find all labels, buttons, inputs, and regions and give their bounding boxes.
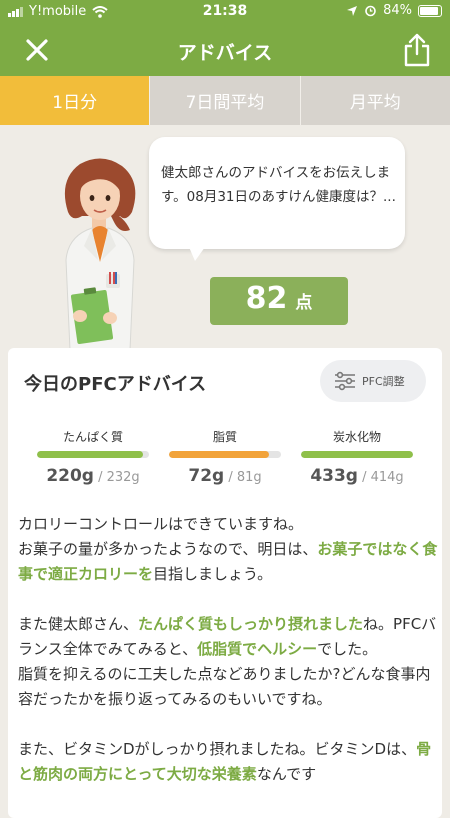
- health-score-value: 82: [245, 281, 288, 316]
- advice-body-text: カロリーコントロールはできていますね。 お菓子の量が多かったようなので、明日は、お…: [18, 512, 438, 812]
- nutrient-progress-bar: [37, 451, 149, 458]
- card-title: 今日のPFCアドバイス: [24, 374, 207, 395]
- advisor-illustration: [64, 158, 136, 350]
- period-tabs: 1日分 7日間平均 月平均: [0, 76, 450, 125]
- status-bar: Y!mobile 21:38 84%: [0, 0, 450, 24]
- nutrient-label: 脂質: [212, 430, 237, 444]
- tab-monthly-average[interactable]: 月平均: [299, 76, 450, 125]
- nutrient-amount: 220g / 232g: [46, 466, 140, 486]
- advice-paragraph: カロリーコントロールはできていますね。 お菓子の量が多かったようなので、明日は、お…: [18, 515, 438, 583]
- health-score-unit: 点: [295, 293, 313, 313]
- page-title: アドバイス: [177, 42, 273, 64]
- nav-bar: アドバイス: [0, 24, 450, 76]
- sliders-icon: [335, 371, 355, 391]
- nutrient-fat: 脂質 72g / 81g: [169, 428, 281, 486]
- location-icon: [347, 5, 358, 16]
- tab-1day[interactable]: 1日分: [0, 76, 150, 125]
- advice-paragraph: また健太郎さん、たんぱく質もしっかり摂れましたね。PFCバランス全体でみてみると…: [18, 615, 437, 708]
- share-icon: [404, 33, 430, 67]
- advice-intro-text: 健太郎さんのアドバイスをお伝えします。08月31日のあすけん健康度は？...: [161, 165, 396, 205]
- nutrient-amount: 433g / 414g: [310, 466, 404, 486]
- battery-icon: [418, 4, 442, 17]
- tab-7day-average[interactable]: 7日間平均: [149, 76, 300, 125]
- nutrient-progress-bar: [169, 451, 281, 458]
- advice-speech-bubble: 健太郎さんのアドバイスをお伝えします。08月31日のあすけん健康度は？...: [149, 137, 405, 261]
- pfc-advice-card: 今日のPFCアドバイス PFC調整 たんぱく質 220g / 232g 脂質 7…: [8, 348, 442, 818]
- health-score-badge: 82 点: [210, 277, 348, 325]
- nutrient-protein: たんぱく質 220g / 232g: [37, 428, 149, 486]
- share-button[interactable]: [402, 32, 432, 68]
- pfc-adjust-label: PFC調整: [362, 375, 405, 388]
- advice-paragraph: また、ビタミンDがしっかり摂れましたね。ビタミンDは、骨と筋肉の両方にとって大切…: [18, 740, 432, 783]
- pfc-adjust-button[interactable]: PFC調整: [320, 360, 426, 402]
- nutrient-amount: 72g / 81g: [188, 466, 262, 486]
- alarm-icon: [365, 5, 376, 17]
- nutrient-label: 炭水化物: [332, 430, 381, 444]
- nutrient-progress-bar: [301, 451, 413, 458]
- battery-percent: 84%: [383, 3, 412, 18]
- nutrient-label: たんぱく質: [62, 430, 123, 444]
- nutrient-carbs: 炭水化物 433g / 414g: [301, 428, 413, 486]
